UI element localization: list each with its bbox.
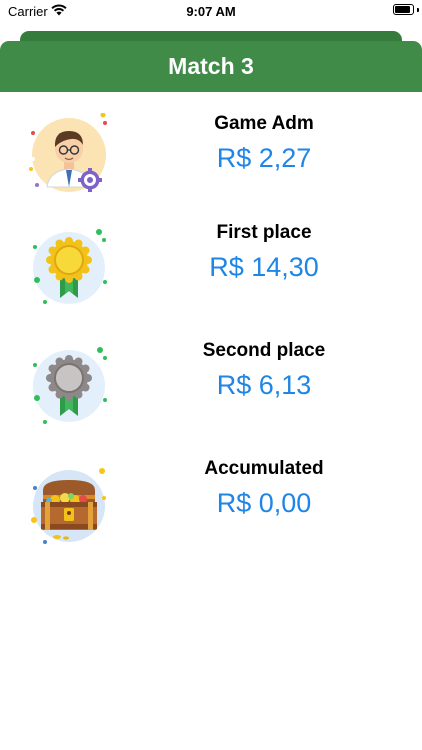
prize-label: Game Adm [214,113,314,134]
battery-level [395,6,410,13]
prize-row-first-place: First place R$ 14,30 [0,222,422,332]
prize-label: Accumulated [204,458,324,479]
status-bar: Carrier 9:07 AM [0,0,422,24]
prize-label: Second place [202,340,326,361]
status-time: 9:07 AM [186,4,236,19]
prize-amount: R$ 0,00 [216,488,312,518]
prize-amount: R$ 14,30 [209,252,319,282]
battery-icon [393,4,414,15]
match-header: Match 3 [0,41,422,92]
prize-row-accumulated: Accumulated R$ 0,00 [0,458,422,568]
prize-row-game-adm: Game Adm R$ 2,27 [0,113,422,223]
gold-medal-icon [25,222,113,310]
battery-cap [417,7,419,12]
silver-medal-icon [25,340,113,428]
prize-row-second-place: Second place R$ 6,13 [0,340,422,450]
match-title: Match 3 [168,53,254,79]
game-admin-icon [25,113,113,201]
prize-amount: R$ 2,27 [216,143,312,173]
prize-label: First place [216,222,312,243]
treasure-chest-icon [25,458,113,546]
prize-amount: R$ 6,13 [216,370,312,400]
